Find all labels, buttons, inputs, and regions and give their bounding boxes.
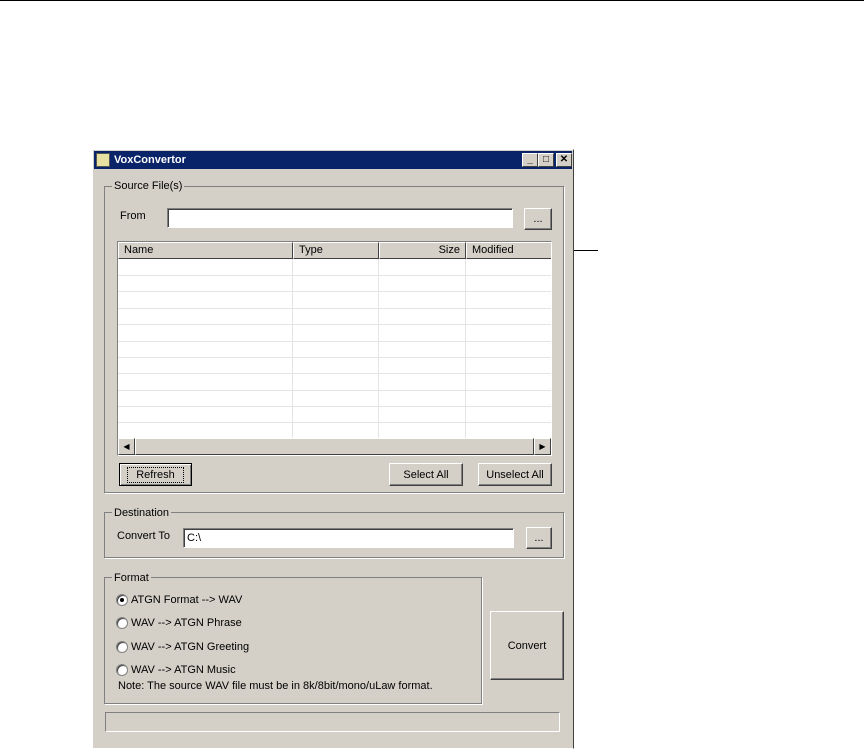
source-files-label: Source File(s) bbox=[112, 180, 185, 192]
format-note: Note: The source WAV file must be in 8k/… bbox=[118, 680, 433, 692]
maximize-button[interactable]: □ bbox=[538, 153, 554, 167]
grid-line bbox=[118, 324, 551, 325]
radio-atgn-to-wav[interactable] bbox=[116, 594, 128, 606]
grid-line bbox=[118, 406, 551, 407]
column-header-name[interactable]: Name bbox=[118, 242, 293, 259]
destination-browse-button[interactable]: ... bbox=[526, 527, 552, 549]
grid-line bbox=[118, 373, 551, 374]
minimize-button[interactable]: _ bbox=[522, 153, 538, 167]
scroll-right-icon[interactable]: ▶ bbox=[534, 438, 551, 455]
radio-label[interactable]: WAV --> ATGN Phrase bbox=[131, 617, 242, 629]
scroll-thumb[interactable] bbox=[135, 438, 534, 455]
refresh-button[interactable]: Refresh bbox=[119, 463, 192, 486]
select-all-button[interactable]: Select All bbox=[389, 463, 463, 486]
convert-to-input[interactable]: C:\ bbox=[183, 528, 514, 548]
title-bar[interactable]: VoxConvertor bbox=[94, 151, 572, 169]
page-rule bbox=[0, 0, 864, 1]
radio-wav-to-phrase[interactable] bbox=[116, 617, 128, 629]
grid-line bbox=[118, 390, 551, 391]
format-label: Format bbox=[112, 572, 151, 584]
from-label: From bbox=[120, 210, 146, 222]
grid-line bbox=[118, 341, 551, 342]
col-divider bbox=[292, 259, 293, 439]
col-divider bbox=[378, 259, 379, 439]
column-header-size[interactable]: Size bbox=[379, 242, 466, 259]
from-browse-button[interactable]: ... bbox=[524, 208, 552, 230]
col-divider bbox=[465, 259, 466, 439]
radio-label[interactable]: WAV --> ATGN Music bbox=[131, 664, 236, 676]
status-bar bbox=[105, 712, 560, 732]
grid-line bbox=[118, 275, 551, 276]
close-button[interactable]: ✕ bbox=[556, 153, 572, 167]
grid-line bbox=[118, 422, 551, 423]
column-header-type[interactable]: Type bbox=[293, 242, 379, 259]
destination-label: Destination bbox=[112, 507, 172, 519]
grid-line bbox=[118, 291, 551, 292]
file-list[interactable]: Name Type Size Modified ◀ ▶ bbox=[117, 241, 552, 456]
convert-to-label: Convert To bbox=[117, 530, 170, 542]
horizontal-scrollbar[interactable]: ◀ ▶ bbox=[118, 438, 551, 455]
radio-label[interactable]: ATGN Format --> WAV bbox=[131, 594, 242, 606]
radio-wav-to-music[interactable] bbox=[116, 664, 128, 676]
scroll-left-icon[interactable]: ◀ bbox=[118, 438, 135, 455]
app-icon bbox=[96, 153, 110, 167]
grid-line bbox=[118, 357, 551, 358]
radio-wav-to-greeting[interactable] bbox=[116, 641, 128, 653]
unselect-all-button[interactable]: Unselect All bbox=[478, 463, 552, 486]
radio-label[interactable]: WAV --> ATGN Greeting bbox=[131, 641, 249, 653]
grid-line bbox=[118, 308, 551, 309]
from-input[interactable] bbox=[167, 208, 513, 228]
convert-button[interactable]: Convert bbox=[490, 611, 564, 680]
refresh-label: Refresh bbox=[127, 466, 184, 483]
column-header-modified[interactable]: Modified bbox=[466, 242, 551, 259]
